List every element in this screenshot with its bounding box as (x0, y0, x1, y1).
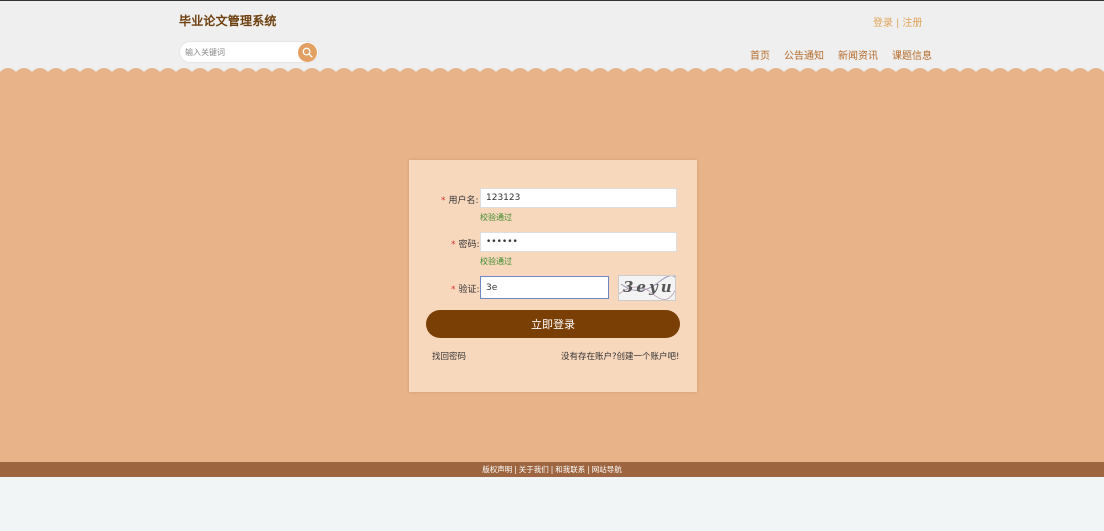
search-input[interactable] (185, 45, 295, 60)
nav-item-news[interactable]: 新闻资讯 (838, 47, 878, 62)
footer-link-copyright[interactable]: 版权声明 (482, 465, 512, 474)
required-mark: * (451, 240, 456, 250)
forgot-password-link[interactable]: 找回密码 (432, 350, 466, 362)
login-form: *用户名: 校验通过 *密码: 校验通过 *验证: 3eyu 立即登录 找回密码… (409, 160, 697, 392)
login-submit-button[interactable]: 立即登录 (426, 310, 680, 338)
username-field[interactable] (480, 188, 677, 208)
required-mark: * (451, 285, 456, 295)
captcha-field[interactable] (480, 276, 609, 299)
username-hint: 校验通过 (480, 213, 512, 222)
nav-item-topics[interactable]: 课题信息 (892, 47, 932, 62)
wave-divider (0, 68, 1104, 78)
header: 毕业论文管理系统 登录|注册 首页 公告通知 新闻资讯 课题信息 (0, 0, 1104, 74)
auth-links: 登录 | 注册 (873, 14, 922, 29)
register-account-link[interactable]: 没有存在账户?创建一个账户吧! (561, 350, 679, 362)
captcha-label: * 验证: (451, 285, 480, 295)
footer-link-contact[interactable]: 和我联系 (555, 465, 585, 474)
footer-link-about[interactable]: 关于我们 (519, 465, 549, 474)
required-mark: * (441, 196, 446, 206)
main-area: *用户名: 校验通过 *密码: 校验通过 *验证: 3eyu 立即登录 找回密码… (0, 74, 1104, 462)
main-nav: 首页 公告通知 新闻资讯 课题信息 (750, 47, 932, 62)
username-label: * 用户名: (441, 196, 479, 206)
nav-item-home[interactable]: 首页 (750, 47, 770, 62)
footer: 版权声明 | 关于我们 | 和我联系 | 网站导航 (0, 462, 1104, 477)
nav-item-notices[interactable]: 公告通知 (784, 47, 824, 62)
password-hint: 校验通过 (480, 257, 512, 266)
search-box (179, 41, 319, 63)
footer-link-sitemap[interactable]: 网站导航 (592, 465, 622, 474)
password-label: * 密码: (451, 240, 480, 250)
search-icon (302, 47, 313, 58)
auth-separator: | (896, 18, 900, 29)
site-title: 毕业论文管理系统 (179, 14, 277, 28)
captcha-image[interactable]: 3eyu (618, 275, 676, 301)
login-link[interactable]: 登录 (873, 18, 893, 29)
password-field[interactable] (480, 232, 677, 252)
search-button[interactable] (298, 43, 317, 62)
register-link[interactable]: 注册 (902, 18, 922, 29)
captcha-text: 3eyu (623, 278, 675, 296)
